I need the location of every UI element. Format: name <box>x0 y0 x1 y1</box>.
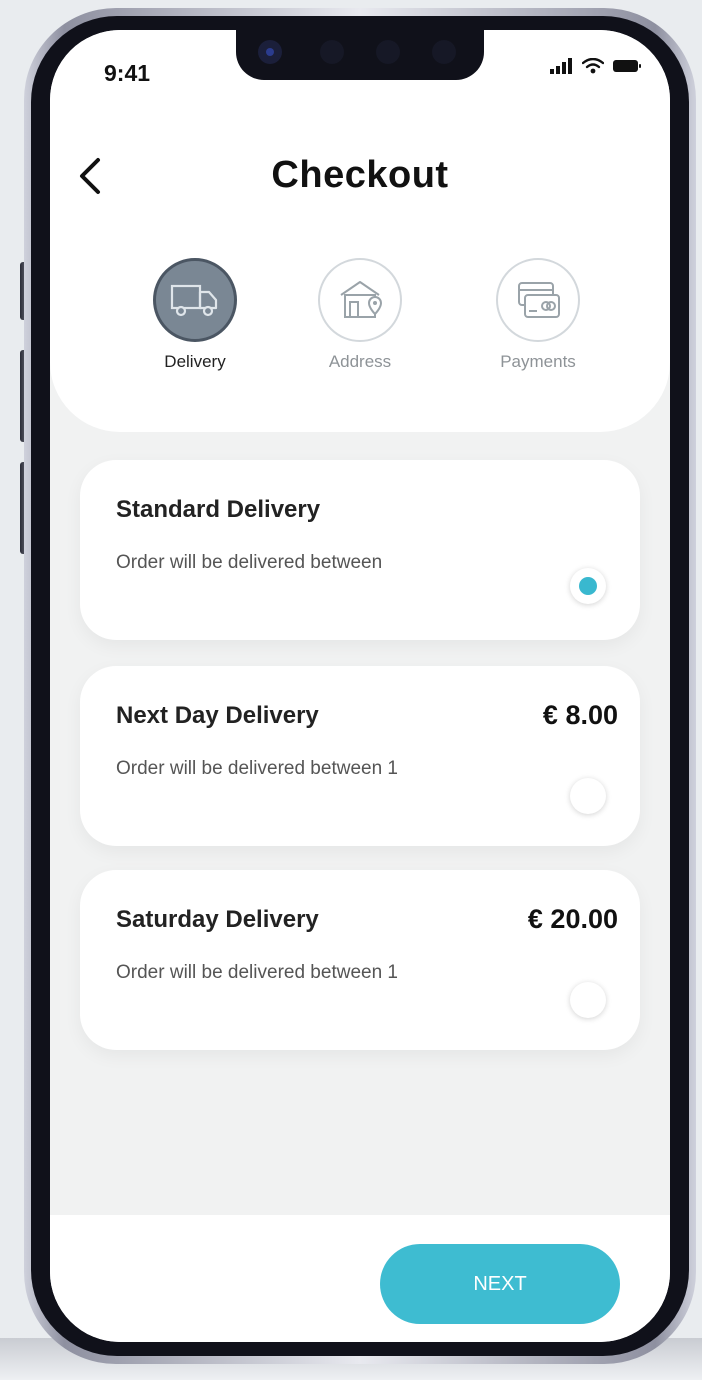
delivery-option-next-day[interactable]: Next Day Delivery € 8.00 Order will be d… <box>80 666 640 846</box>
sensor-icon <box>376 40 400 64</box>
credit-card-icon <box>518 282 560 318</box>
footer-bar: NEXT <box>50 1215 670 1342</box>
option-title: Saturday Delivery <box>116 906 319 933</box>
next-button[interactable]: NEXT <box>380 1244 620 1324</box>
delivery-option-saturday[interactable]: Saturday Delivery € 20.00 Order will be … <box>80 870 640 1050</box>
step-address-circle <box>318 258 402 342</box>
option-description: Order will be delivered between <box>116 552 383 573</box>
camera-notch <box>236 30 484 80</box>
wifi-icon <box>582 58 604 74</box>
step-delivery-circle <box>153 258 237 342</box>
option-price: € 20.00 <box>527 904 618 934</box>
status-icons <box>550 58 642 74</box>
option-radio[interactable] <box>570 568 606 604</box>
status-time: 9:41 <box>104 60 151 86</box>
option-description: Order will be delivered between 1 <box>116 758 398 779</box>
header-panel: Checkout Delivery Address Payments <box>50 30 670 432</box>
option-radio[interactable] <box>570 778 606 814</box>
sensor-icon <box>320 40 344 64</box>
option-title: Next Day Delivery <box>116 702 319 729</box>
option-title: Standard Delivery <box>116 496 321 523</box>
app-screen: Checkout Delivery Address Payments Stand… <box>50 30 670 1342</box>
option-price: € 8.00 <box>542 700 618 730</box>
step-delivery[interactable]: Delivery <box>125 258 265 372</box>
delivery-option-standard[interactable]: Standard Delivery Order will be delivere… <box>80 460 640 640</box>
step-payments-circle <box>496 258 580 342</box>
step-label: Delivery <box>164 352 226 371</box>
page-title: Checkout <box>271 154 449 196</box>
option-radio[interactable] <box>570 982 606 1018</box>
option-description: Order will be delivered between 1 <box>116 962 398 983</box>
sensor-icon <box>432 40 456 64</box>
camera-icon <box>258 40 282 64</box>
battery-icon <box>613 60 641 72</box>
truck-icon <box>170 284 218 317</box>
step-label: Payments <box>500 352 576 371</box>
step-label: Address <box>328 352 392 371</box>
step-address[interactable]: Address <box>290 258 430 372</box>
house-location-icon <box>340 281 383 318</box>
signal-icon <box>550 58 572 74</box>
step-payments[interactable]: Payments <box>468 258 608 372</box>
